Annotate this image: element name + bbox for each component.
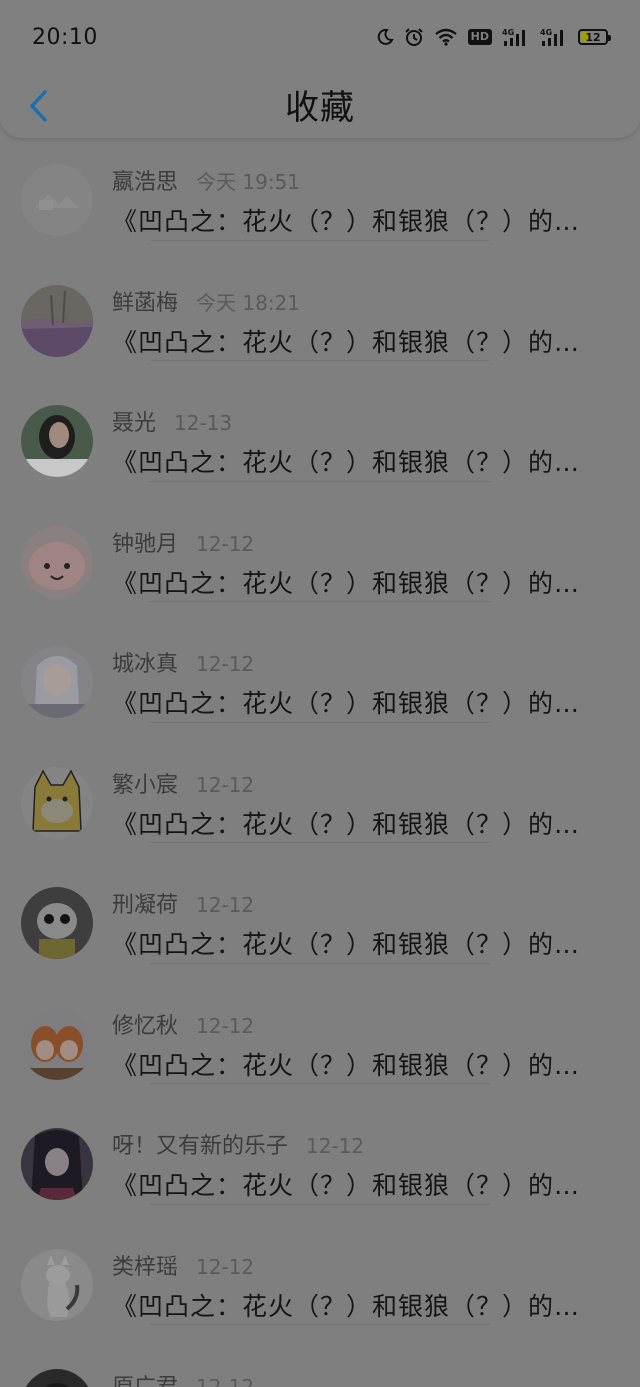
list-item[interactable]: 城冰真 12-12 《凹凸之：花火（？）和银狼（？）的… bbox=[0, 602, 640, 723]
post-title: 《凹凸之：花火（？）和银狼（？）的… bbox=[112, 930, 581, 959]
avatar[interactable] bbox=[21, 887, 93, 959]
post-title: 《凹凸之：花火（？）和银狼（？）的… bbox=[112, 1050, 581, 1080]
status-time: 20:10 bbox=[32, 24, 98, 50]
user-name: 修忆秋 bbox=[112, 1013, 179, 1039]
signal-icon-sim2: 4G bbox=[540, 27, 568, 47]
post-time: 今天 18:21 bbox=[196, 290, 301, 315]
avatar[interactable] bbox=[21, 284, 93, 357]
status-icons: HD 4G 4G 12 bbox=[376, 27, 611, 47]
post-time: 12-13 bbox=[174, 411, 233, 435]
post-title: 《凹凸之：花火（？）和银狼（？）的… bbox=[112, 568, 581, 598]
avatar[interactable] bbox=[21, 1007, 93, 1080]
alarm-icon bbox=[404, 27, 424, 47]
list-item[interactable]: 鲜菡梅 今天 18:21 《凹凸之：花火（？）和银狼（？）的… bbox=[0, 241, 640, 361]
post-time: 12-12 bbox=[196, 652, 255, 676]
wifi-icon bbox=[434, 28, 458, 46]
user-name: 繁小宸 bbox=[112, 772, 179, 798]
list-item[interactable]: 刑凝荷 12-12 《凹凸之：花火（？）和银狼（？）的… bbox=[0, 843, 640, 964]
avatar[interactable] bbox=[21, 164, 93, 236]
post-title: 《凹凸之：花火（？）和银狼（？）的… bbox=[112, 689, 581, 718]
back-button[interactable] bbox=[18, 84, 58, 128]
list-item[interactable]: 钟驰月 12-12 《凹凸之：花火（？）和银狼（？）的… bbox=[0, 482, 640, 602]
post-title: 《凹凸之：花火（？）和银狼（？）的… bbox=[112, 207, 581, 236]
list-item[interactable]: 聂光 12-13 《凹凸之：花火（？）和银狼（？）的… bbox=[0, 361, 640, 482]
avatar[interactable] bbox=[21, 766, 93, 839]
moon-icon bbox=[376, 28, 394, 46]
post-title: 《凹凸之：花火（？）和银狼（？）的… bbox=[112, 1171, 581, 1200]
post-title: 《凹凸之：花火（？）和银狼（？）的… bbox=[112, 327, 581, 357]
chevron-left-icon bbox=[30, 90, 47, 122]
list-item[interactable]: 原广君 12-12 bbox=[0, 1325, 640, 1387]
page-title: 收藏 bbox=[285, 87, 355, 128]
post-time: 12-12 bbox=[196, 893, 255, 917]
user-name: 鲜菡梅 bbox=[112, 290, 179, 316]
svg-text:4G: 4G bbox=[540, 28, 552, 37]
post-time: 12-12 bbox=[196, 1013, 255, 1038]
avatar[interactable] bbox=[21, 405, 93, 477]
post-time: 12-12 bbox=[196, 772, 255, 797]
signal-icon-sim1: 4G bbox=[502, 27, 530, 47]
post-time: 12-12 bbox=[196, 531, 255, 556]
post-time: 12-12 bbox=[196, 1375, 255, 1387]
list-item[interactable]: 修忆秋 12-12 《凹凸之：花火（？）和银狼（？）的… bbox=[0, 964, 640, 1084]
post-title: 《凹凸之：花火（？）和银狼（？）的… bbox=[112, 1291, 581, 1321]
favorites-list: 嬴浩思 今天 19:51 《凹凸之：花火（？）和银狼（？）的… 鲜菡梅 今天 18:… bbox=[0, 120, 640, 1387]
post-time: 12-12 bbox=[196, 1254, 255, 1279]
post-time: 今天 19:51 bbox=[196, 170, 301, 194]
user-name: 原广君 bbox=[112, 1369, 178, 1387]
user-name: 呀！又有新的乐子 bbox=[112, 1134, 289, 1159]
avatar[interactable] bbox=[21, 525, 93, 598]
list-item[interactable]: 类梓瑶 12-12 《凹凸之：花火（？）和银狼（？）的… bbox=[0, 1205, 640, 1325]
user-name: 刑凝荷 bbox=[112, 893, 179, 918]
avatar[interactable] bbox=[21, 1248, 93, 1321]
user-name: 聂光 bbox=[112, 411, 157, 436]
user-name: 钟驰月 bbox=[112, 531, 179, 557]
user-name: 嬴浩思 bbox=[112, 170, 179, 195]
list-item[interactable]: 嬴浩思 今天 19:51 《凹凸之：花火（？）和银狼（？）的… bbox=[0, 120, 640, 241]
status-bar: 20:10 HD 4G 4G 12 bbox=[0, 0, 640, 78]
post-title: 《凹凸之：花火（？）和银狼（？）的… bbox=[112, 809, 581, 839]
svg-text:4G: 4G bbox=[502, 28, 514, 37]
list-item[interactable]: 呀！又有新的乐子 12-12 《凹凸之：花火（？）和银狼（？）的… bbox=[0, 1084, 640, 1205]
user-name: 类梓瑶 bbox=[112, 1254, 179, 1280]
avatar[interactable] bbox=[21, 646, 93, 718]
list-item[interactable]: 繁小宸 12-12 《凹凸之：花火（？）和银狼（？）的… bbox=[0, 723, 640, 843]
post-time: 12-12 bbox=[306, 1134, 365, 1158]
battery-level: 12 bbox=[585, 30, 601, 44]
nav-bar: 收藏 bbox=[0, 78, 640, 136]
battery-icon: 12 bbox=[578, 29, 611, 45]
avatar[interactable] bbox=[21, 1369, 93, 1387]
post-title: 《凹凸之：花火（？）和银狼（？）的… bbox=[112, 448, 581, 477]
hd-badge: HD bbox=[467, 29, 492, 45]
user-name: 城冰真 bbox=[112, 652, 179, 677]
avatar[interactable] bbox=[21, 1128, 93, 1200]
